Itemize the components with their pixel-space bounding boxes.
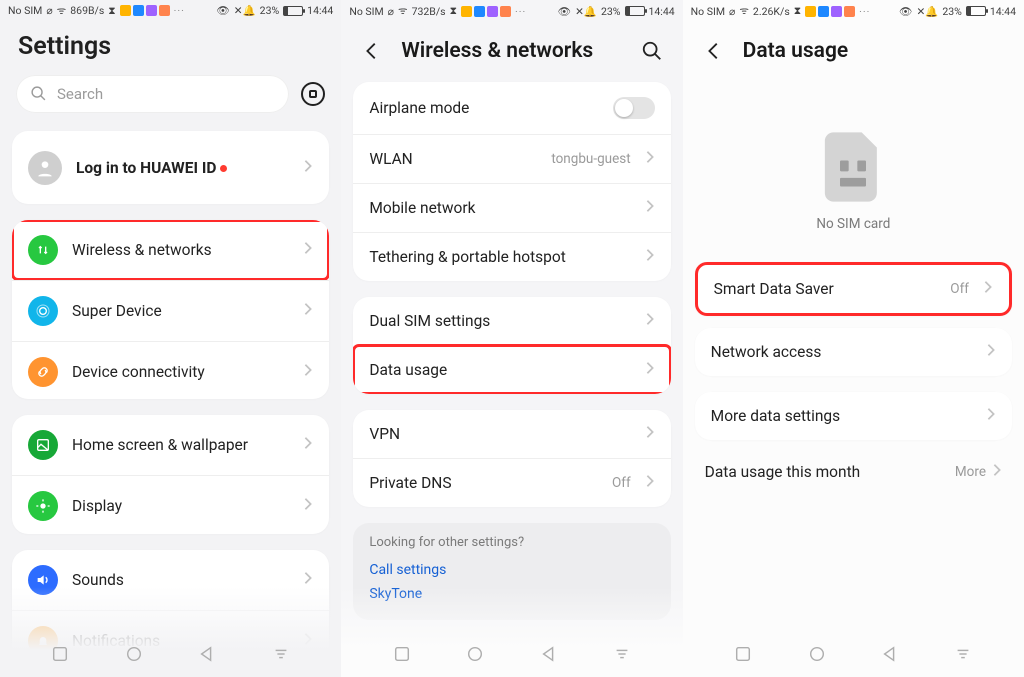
row-more-data-settings[interactable]: More data settings bbox=[695, 392, 1012, 440]
page-title: Settings bbox=[0, 22, 341, 65]
row-private-dns[interactable]: Private DNS Off bbox=[353, 458, 670, 507]
sounds-icon bbox=[28, 565, 58, 595]
row-data-usage-month[interactable]: Data usage this month More bbox=[683, 448, 1024, 496]
row-smart-data-saver[interactable]: Smart Data Saver Off bbox=[698, 265, 1009, 313]
row-wireless-networks[interactable]: Wireless & networks bbox=[12, 220, 329, 280]
status-bar: No SIM⌀ᯤ 869B/s ⧗ ··· 👁 ✕🔔 23% 14:44 bbox=[0, 0, 341, 22]
search-icon bbox=[30, 85, 47, 102]
nav-stack-button[interactable] bbox=[950, 641, 976, 667]
nav-stack-button[interactable] bbox=[609, 641, 635, 667]
nav-back-button[interactable] bbox=[194, 641, 220, 667]
row-super-device[interactable]: Super Device bbox=[12, 280, 329, 341]
airplane-toggle[interactable] bbox=[613, 97, 655, 119]
row-data-usage[interactable]: Data usage bbox=[353, 345, 670, 394]
suggestion-label: Looking for other settings? bbox=[369, 535, 654, 550]
settings-suggestions: Looking for other settings? Call setting… bbox=[353, 523, 670, 620]
meter-icon[interactable] bbox=[301, 82, 325, 106]
system-nav-bar bbox=[341, 631, 682, 677]
screen-data-usage: No SIM⌀ᯤ 2.26K/s ⧗ ··· 👁✕🔔 23% 14:44 Dat… bbox=[683, 0, 1024, 677]
avatar-icon bbox=[28, 151, 62, 185]
nav-home-button[interactable] bbox=[121, 641, 147, 667]
chevron-right-icon bbox=[303, 159, 313, 177]
nav-stack-button[interactable] bbox=[268, 641, 294, 667]
connectivity-icon bbox=[28, 357, 58, 387]
status-app-icons bbox=[120, 5, 170, 16]
system-nav-bar bbox=[683, 631, 1024, 677]
nav-back-button[interactable] bbox=[877, 641, 903, 667]
search-button[interactable] bbox=[637, 36, 667, 66]
link-skytone[interactable]: SkyTone bbox=[369, 582, 654, 606]
row-home-wallpaper[interactable]: Home screen & wallpaper bbox=[12, 415, 329, 475]
system-nav-bar bbox=[0, 631, 341, 677]
row-dual-sim[interactable]: Dual SIM settings bbox=[353, 297, 670, 345]
no-sim-label: No SIM card bbox=[816, 216, 890, 232]
row-wlan[interactable]: WLAN tongbu-guest bbox=[353, 134, 670, 183]
super-device-icon bbox=[28, 296, 58, 326]
hourglass-icon: ⧗ bbox=[108, 4, 115, 18]
login-row[interactable]: Log in to HUAWEI ID bbox=[12, 131, 329, 204]
row-network-access[interactable]: Network access bbox=[695, 328, 1012, 376]
nav-recent-button[interactable] bbox=[47, 641, 73, 667]
no-sim-graphic: No SIM card bbox=[683, 74, 1024, 258]
nav-recent-button[interactable] bbox=[730, 641, 756, 667]
eye-icon: 👁 bbox=[216, 4, 229, 17]
status-bar: No SIM⌀ᯤ 732B/s ⧗ ··· 👁✕🔔 23% 14:44 bbox=[341, 0, 682, 22]
battery-icon bbox=[283, 6, 303, 16]
nav-home-button[interactable] bbox=[462, 641, 488, 667]
screen-settings: No SIM⌀ᯤ 869B/s ⧗ ··· 👁 ✕🔔 23% 14:44 Set… bbox=[0, 0, 341, 677]
row-display[interactable]: Display bbox=[12, 475, 329, 534]
chevron-right-icon bbox=[992, 463, 1002, 481]
row-airplane-mode[interactable]: Airplane mode bbox=[353, 82, 670, 134]
page-title: Wireless & networks bbox=[401, 39, 593, 63]
nav-back-button[interactable] bbox=[536, 641, 562, 667]
row-sounds[interactable]: Sounds bbox=[12, 550, 329, 610]
wallpaper-icon bbox=[28, 430, 58, 460]
search-input[interactable]: Search bbox=[16, 75, 289, 113]
link-call-settings[interactable]: Call settings bbox=[369, 558, 654, 582]
screen-wireless-networks: No SIM⌀ᯤ 732B/s ⧗ ··· 👁✕🔔 23% 14:44 Wire… bbox=[341, 0, 682, 677]
display-icon bbox=[28, 491, 58, 521]
mute-icon: ✕🔔 bbox=[234, 4, 256, 17]
back-button[interactable] bbox=[699, 36, 729, 66]
row-device-connectivity[interactable]: Device connectivity bbox=[12, 341, 329, 399]
wireless-icon bbox=[28, 235, 58, 265]
alert-dot-icon bbox=[220, 165, 227, 172]
page-title: Data usage bbox=[743, 39, 849, 63]
status-bar: No SIM⌀ᯤ 2.26K/s ⧗ ··· 👁✕🔔 23% 14:44 bbox=[683, 0, 1024, 22]
row-vpn[interactable]: VPN bbox=[353, 410, 670, 458]
row-tethering[interactable]: Tethering & portable hotspot bbox=[353, 232, 670, 281]
row-mobile-network[interactable]: Mobile network bbox=[353, 183, 670, 232]
back-button[interactable] bbox=[357, 36, 387, 66]
nav-home-button[interactable] bbox=[804, 641, 830, 667]
nav-recent-button[interactable] bbox=[389, 641, 415, 667]
